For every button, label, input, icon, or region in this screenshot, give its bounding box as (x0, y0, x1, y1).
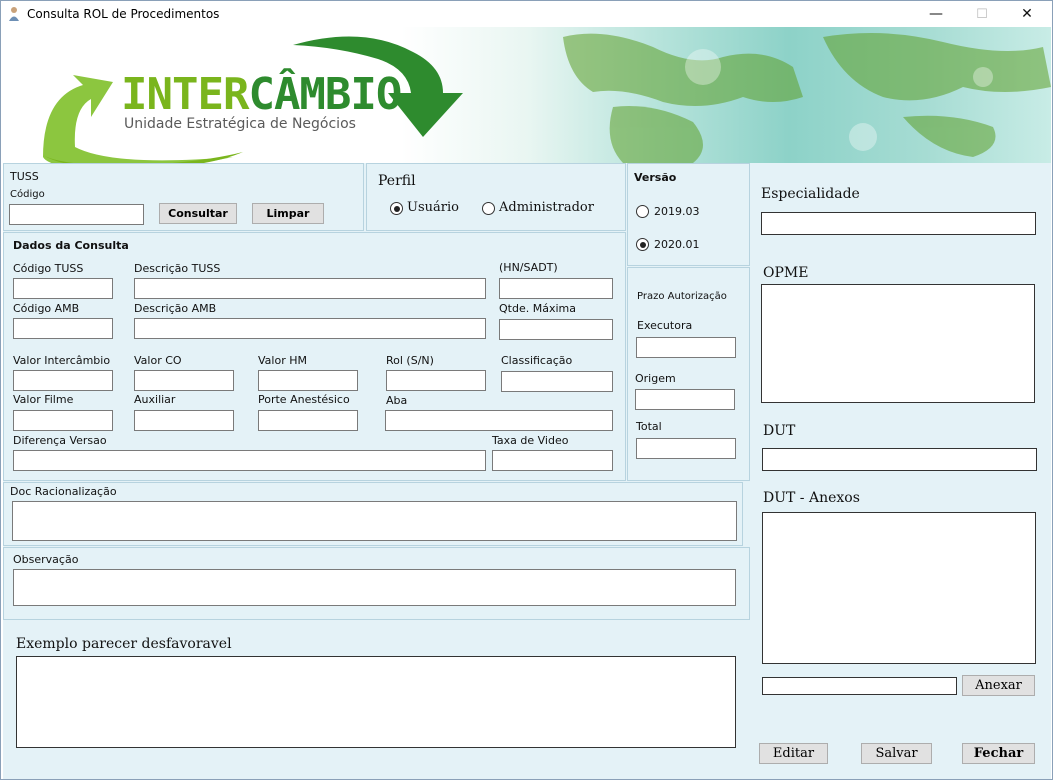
brand-tagline: Unidade Estratégica de Negócios (124, 116, 356, 132)
observacao-textarea[interactable] (13, 569, 736, 606)
opme-textarea[interactable] (761, 284, 1035, 403)
especialidade-input[interactable] (761, 212, 1036, 235)
versao-2019-label: 2019.03 (654, 205, 700, 218)
versao-2020-label: 2020.01 (654, 238, 700, 251)
valor-intercambio-label: Valor Intercâmbio (13, 354, 111, 367)
salvar-button[interactable]: Salvar (861, 743, 932, 764)
dut-label: DUT (763, 423, 796, 439)
rol-sn-label: Rol (S/N) (386, 354, 434, 367)
total-input[interactable] (636, 438, 736, 459)
tuss-code-label: Código (10, 189, 45, 200)
qtde-maxima-label: Qtde. Máxima (499, 302, 576, 315)
doc-racionalizacao-label: Doc Racionalização (10, 485, 117, 498)
minimize-button[interactable]: — (913, 1, 959, 27)
codigo-tuss-label: Código TUSS (13, 262, 84, 275)
especialidade-label: Especialidade (761, 186, 860, 202)
dut-input[interactable] (762, 448, 1037, 471)
total-label: Total (636, 420, 662, 433)
title-bar[interactable]: Consulta ROL de Procedimentos — ☐ ✕ (1, 1, 1052, 27)
tuss-code-input[interactable] (9, 204, 144, 225)
codigo-tuss-input[interactable] (13, 278, 113, 299)
anexo-path-input[interactable] (762, 677, 957, 695)
app-person-icon (9, 7, 19, 21)
observacao-label: Observação (13, 553, 79, 566)
diferenca-versao-label: Diferença Versao (13, 434, 107, 447)
valor-intercambio-input[interactable] (13, 370, 113, 391)
executora-label: Executora (637, 319, 693, 332)
tuss-label: TUSS (10, 170, 39, 183)
dados-consulta-label: Dados da Consulta (13, 239, 129, 252)
valor-hm-input[interactable] (258, 370, 358, 391)
auxiliar-label: Auxiliar (134, 393, 176, 406)
perfil-admin-radio[interactable] (482, 202, 495, 215)
versao-label: Versão (634, 171, 677, 184)
minimize-icon: — (929, 6, 943, 22)
perfil-usuario-label: Usuário (407, 200, 459, 215)
valor-co-label: Valor CO (134, 354, 182, 367)
opme-label: OPME (763, 265, 809, 281)
classificacao-label: Classificação (501, 354, 573, 367)
taxa-video-label: Taxa de Video (492, 434, 569, 447)
close-window-button[interactable]: ✕ (1004, 1, 1050, 27)
descricao-amb-input[interactable] (134, 318, 486, 339)
editar-button[interactable]: Editar (759, 743, 828, 764)
codigo-amb-input[interactable] (13, 318, 113, 339)
close-icon: ✕ (1021, 6, 1033, 22)
exemplo-parecer-textarea[interactable] (16, 656, 736, 748)
prazo-autorizacao-label: Prazo Autorização (637, 291, 727, 302)
versao-2020-radio[interactable] (636, 238, 649, 251)
origem-input[interactable] (635, 389, 735, 410)
taxa-video-input[interactable] (492, 450, 613, 471)
exemplo-parecer-label: Exemplo parecer desfavoravel (16, 636, 232, 652)
diferenca-versao-input[interactable] (13, 450, 486, 471)
maximize-icon: ☐ (976, 6, 988, 22)
descricao-tuss-input[interactable] (134, 278, 486, 299)
classificacao-input[interactable] (501, 371, 613, 392)
valor-filme-input[interactable] (13, 410, 113, 431)
hn-sadt-input[interactable] (499, 278, 613, 299)
perfil-label: Perfil (378, 173, 416, 189)
anexar-button[interactable]: Anexar (962, 675, 1035, 696)
consult-button[interactable]: Consultar (159, 203, 237, 224)
origem-label: Origem (635, 372, 676, 385)
aba-label: Aba (386, 394, 408, 407)
valor-co-input[interactable] (134, 370, 234, 391)
hn-sadt-label: (HN/SADT) (499, 261, 558, 274)
descricao-amb-label: Descrição AMB (134, 302, 217, 315)
descricao-tuss-label: Descrição TUSS (134, 262, 221, 275)
rol-sn-input[interactable] (386, 370, 486, 391)
clear-button[interactable]: Limpar (252, 203, 324, 224)
qtde-maxima-input[interactable] (499, 319, 613, 340)
brand-part2: CÂMBIO (248, 69, 402, 120)
perfil-admin-label: Administrador (499, 200, 594, 215)
aba-input[interactable] (385, 410, 613, 431)
doc-racionalizacao-textarea[interactable] (12, 501, 737, 541)
codigo-amb-label: Código AMB (13, 302, 80, 315)
maximize-button[interactable]: ☐ (959, 1, 1005, 27)
fechar-button[interactable]: Fechar (962, 743, 1035, 764)
auxiliar-input[interactable] (134, 410, 234, 431)
versao-2019-radio[interactable] (636, 205, 649, 218)
porte-anestesico-input[interactable] (258, 410, 358, 431)
valor-filme-label: Valor Filme (13, 393, 74, 406)
valor-hm-label: Valor HM (258, 354, 307, 367)
application-window: Consulta ROL de Procedimentos — ☐ ✕ INTE… (0, 0, 1053, 780)
window-title: Consulta ROL de Procedimentos (27, 7, 220, 21)
brand-part1: INTER (121, 69, 249, 120)
dut-anexos-textarea[interactable] (762, 512, 1036, 664)
banner: INTERCÂMBIO Unidade Estratégica de Negóc… (3, 27, 1051, 163)
dut-anexos-label: DUT - Anexos (763, 490, 860, 506)
perfil-usuario-radio[interactable] (390, 202, 403, 215)
executora-input[interactable] (636, 337, 736, 358)
porte-anestesico-label: Porte Anestésico (258, 393, 350, 406)
brand-logo: INTERCÂMBIO (121, 69, 402, 120)
